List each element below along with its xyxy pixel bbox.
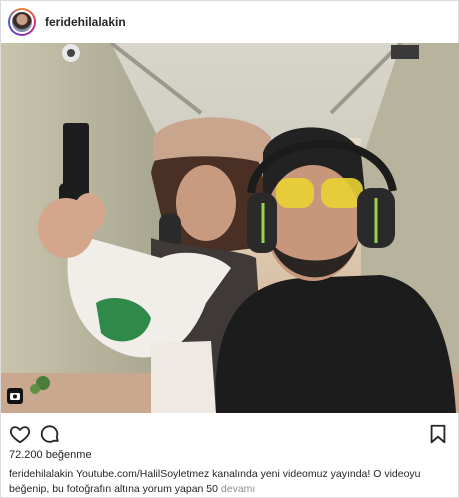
camera-badge-icon <box>7 388 23 404</box>
heart-outline-icon[interactable] <box>9 423 31 445</box>
caption-username[interactable]: feridehilalakin <box>9 468 73 480</box>
post-username[interactable]: feridehilalakin <box>45 15 126 29</box>
avatar[interactable] <box>8 8 36 36</box>
post-actions <box>1 419 459 447</box>
likes-count[interactable]: 72.200 beğenme <box>9 449 92 461</box>
caption-more-link[interactable]: devamı <box>221 483 255 495</box>
photo-illustration <box>1 43 459 413</box>
bookmark-outline-icon[interactable] <box>427 423 449 445</box>
comment-bubble-icon[interactable] <box>39 423 61 445</box>
avatar-image <box>10 10 34 34</box>
instagram-post: feridehilalakin 72.200 beğenme feridehil… <box>0 0 459 498</box>
post-caption: feridehilalakin Youtube.com/HalilSoyletm… <box>9 467 455 497</box>
post-header: feridehilalakin <box>1 1 459 43</box>
post-photo[interactable] <box>1 43 459 413</box>
